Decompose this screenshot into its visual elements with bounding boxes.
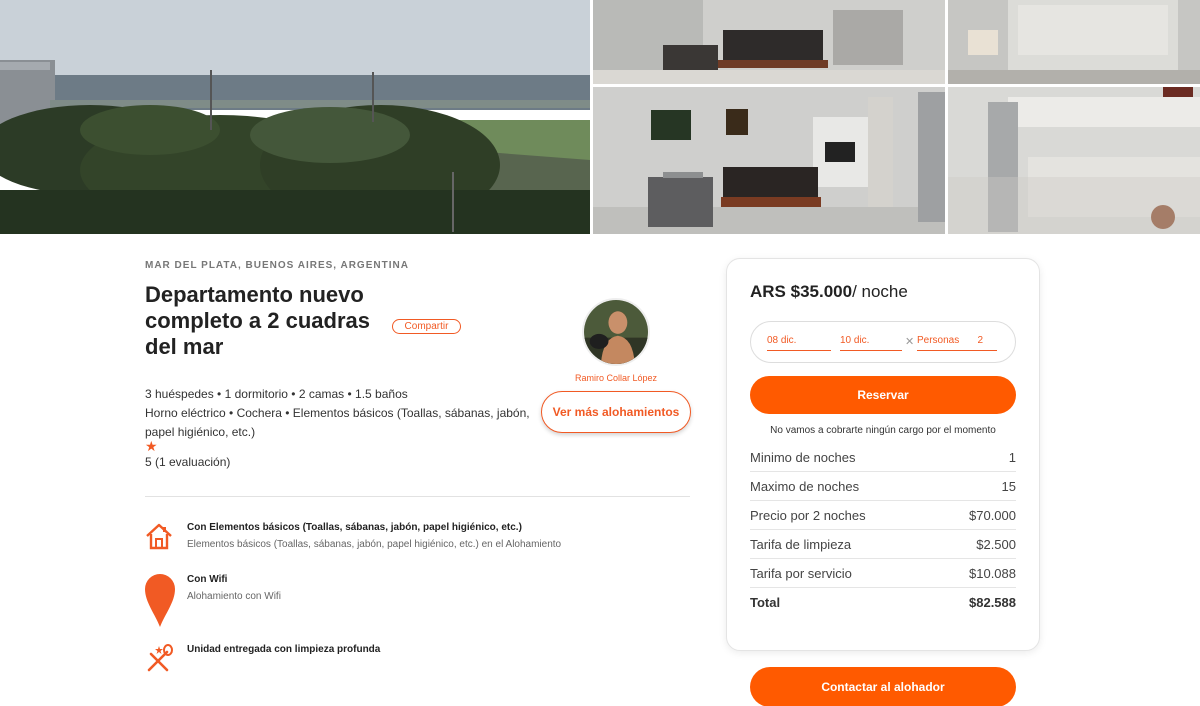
listing-title: Departamento nuevo completo a 2 cuadras …	[145, 282, 370, 359]
min-nights-row: Minimo de noches 1	[750, 443, 1016, 472]
map-pin-icon	[145, 574, 175, 633]
more-listings-button[interactable]: Ver más alohamientos	[541, 391, 691, 433]
no-charge-notice: No vamos a cobrarte ningún cargo por el …	[770, 425, 996, 436]
nightly-price: ARS $35.000/ noche	[750, 282, 908, 302]
reserve-button[interactable]: Reservar	[750, 376, 1016, 414]
section-divider	[145, 496, 690, 497]
listing-features: 3 huéspedes • 1 dormitorio • 2 camas • 1…	[145, 385, 535, 442]
row-value: $70.000	[969, 507, 1016, 523]
photo-gallery	[0, 0, 1200, 234]
booking-card: ARS $35.000/ noche 08 dic. 10 dic. ✕ Per…	[726, 258, 1040, 651]
listing-location: MAR DEL PLATA, BUENOS AIRES, ARGENTINA	[145, 260, 409, 271]
total-row: Total $82.588	[750, 588, 1016, 617]
amenity-item: Con Elementos básicos (Toallas, sábanas,…	[145, 522, 665, 558]
gallery-photo-living-room[interactable]	[593, 0, 945, 84]
amenity-description: Elementos básicos (Toallas, sábanas, jab…	[187, 539, 562, 550]
amenity-description: Alohamiento con Wifi	[187, 591, 281, 602]
row-label: Minimo de noches	[750, 449, 856, 465]
guests-label: Personas	[917, 335, 960, 346]
gallery-photo-sea-view[interactable]	[0, 0, 590, 234]
house-icon	[145, 522, 173, 555]
features-capacity: 3 huéspedes • 1 dormitorio • 2 camas • 1…	[145, 387, 408, 401]
clear-dates-icon[interactable]: ✕	[905, 335, 914, 348]
features-amenities: Horno eléctrico • Cochera • Elementos bá…	[145, 406, 530, 439]
amenity-title: Con Elementos básicos (Toallas, sábanas,…	[187, 522, 522, 533]
contact-host-button[interactable]: Contactar al alohador	[750, 667, 1016, 706]
gallery-photo-bedroom[interactable]	[948, 0, 1200, 84]
nights-price-row: Precio por 2 noches $70.000	[750, 501, 1016, 530]
row-value: 15	[1001, 478, 1016, 494]
price-amount: ARS $35.000	[750, 282, 853, 301]
guests-value: 2	[977, 335, 983, 346]
row-label: Total	[750, 595, 781, 610]
price-unit: / noche	[852, 282, 908, 301]
row-value: $10.088	[969, 565, 1016, 581]
row-label: Maximo de noches	[750, 478, 860, 494]
amenity-item: Con Wifi Alohamiento con Wifi	[145, 574, 665, 628]
price-breakdown: Minimo de noches 1 Maximo de noches 15 P…	[750, 443, 1016, 617]
row-label: Tarifa de limpieza	[750, 536, 852, 552]
service-fee-row: Tarifa por servicio $10.088	[750, 559, 1016, 588]
host-avatar[interactable]	[582, 298, 650, 366]
row-value: 1	[1008, 449, 1016, 465]
cleaning-fee-row: Tarifa de limpieza $2.500	[750, 530, 1016, 559]
guests-selector[interactable]: Personas 2	[917, 335, 997, 351]
checkin-field[interactable]: 08 dic.	[767, 335, 831, 351]
row-value: $2.500	[976, 536, 1016, 552]
row-label: Precio por 2 noches	[750, 507, 866, 523]
cleaning-icon	[145, 644, 173, 677]
checkout-field[interactable]: 10 dic.	[840, 335, 902, 351]
amenity-title: Con Wifi	[187, 574, 228, 585]
rating-text: 5 (1 evaluación)	[145, 455, 231, 469]
star-icon: ★	[145, 438, 158, 454]
gallery-photo-dining-living[interactable]	[593, 87, 945, 234]
amenity-title: Unidad entregada con limpieza profunda	[187, 644, 381, 655]
host-name[interactable]: Ramiro Collar López	[556, 373, 676, 383]
share-button[interactable]: Compartir	[392, 319, 461, 334]
row-value: $82.588	[969, 595, 1016, 610]
row-label: Tarifa por servicio	[750, 565, 852, 581]
date-guest-selector: 08 dic. 10 dic. ✕ Personas 2	[750, 321, 1016, 363]
max-nights-row: Maximo de noches 15	[750, 472, 1016, 501]
amenity-item: Unidad entregada con limpieza profunda	[145, 644, 665, 674]
gallery-photo-kitchen[interactable]	[948, 87, 1200, 234]
